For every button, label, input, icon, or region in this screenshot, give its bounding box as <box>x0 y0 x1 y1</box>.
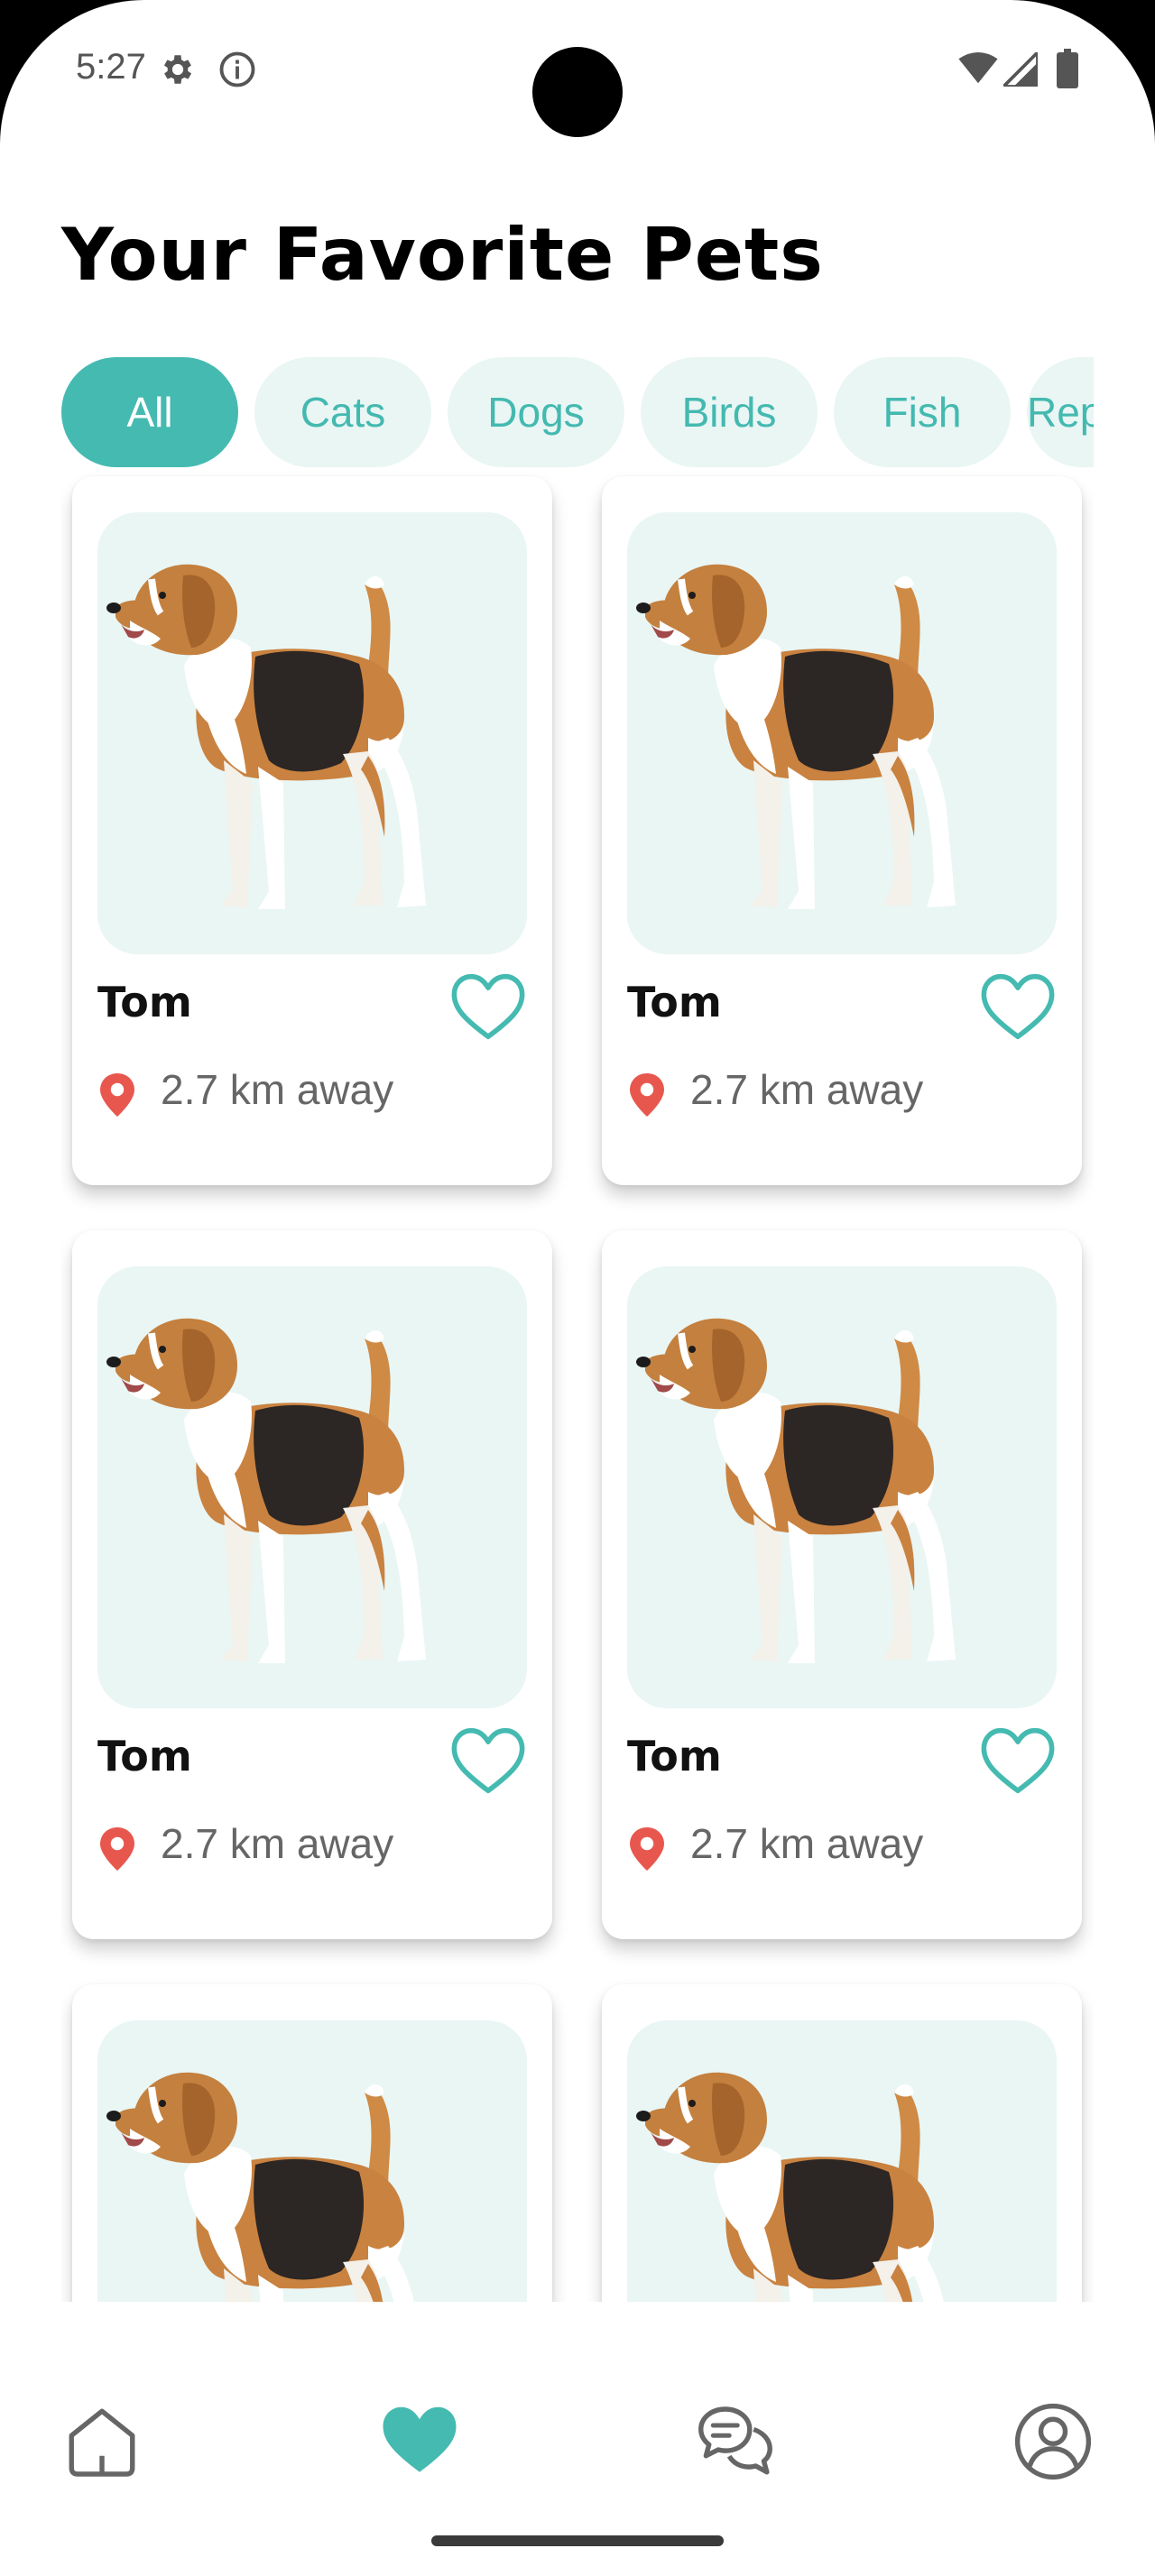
filter-chip-fish[interactable]: Fish <box>834 357 1011 467</box>
heart-outline-icon <box>981 973 1055 1040</box>
beagle-dog-image <box>106 2072 414 2302</box>
front-camera <box>532 47 623 137</box>
pet-name: Tom <box>627 1732 722 1780</box>
wifi-icon <box>958 52 998 88</box>
nav-profile-button[interactable] <box>1012 2401 1094 2482</box>
pin-icon <box>100 1827 134 1871</box>
favorite-button[interactable] <box>979 971 1057 1043</box>
chat-icon <box>698 2406 772 2475</box>
heart-outline-icon <box>451 973 525 1040</box>
pet-name: Tom <box>97 978 192 1026</box>
beagle-dog-image <box>636 564 956 909</box>
category-filter-bar[interactable]: All Cats Dogs Birds Fish Rep <box>61 357 1094 467</box>
nav-messages-button[interactable] <box>695 2401 776 2482</box>
location-pin <box>627 1826 667 1872</box>
pet-distance: 2.7 km away <box>690 1066 924 1113</box>
location-pin <box>97 1826 137 1872</box>
page-title: Your Favorite Pets <box>61 213 824 297</box>
pet-photo <box>627 2020 1057 2302</box>
favorite-button[interactable] <box>979 1725 1057 1797</box>
info-icon <box>218 51 256 92</box>
signal-icon <box>999 48 1040 90</box>
beagle-dog-image <box>636 2072 944 2302</box>
status-time: 5:27 <box>76 47 146 87</box>
pet-photo <box>627 1266 1057 1708</box>
pet-photo <box>97 1266 527 1708</box>
heart-outline-icon <box>451 1727 525 1794</box>
favorite-button[interactable] <box>449 971 527 1043</box>
filter-chip-reptiles[interactable]: Rep <box>1027 357 1094 467</box>
pet-name: Tom <box>627 978 722 1026</box>
status-bar: 5:27 <box>0 0 1155 144</box>
pet-distance: 2.7 km away <box>161 1820 394 1867</box>
filter-chip-cats[interactable]: Cats <box>254 357 431 467</box>
location-pin <box>627 1072 667 1118</box>
pet-grid[interactable]: Tom 2.7 km away Tom 2.7 km away Tom 2.7 … <box>61 469 1094 2302</box>
pet-card[interactable]: Tom 2.7 km away <box>602 1984 1082 2302</box>
pet-card[interactable]: Tom 2.7 km away <box>72 1230 552 1939</box>
pet-card[interactable]: Tom 2.7 km away <box>602 476 1082 1185</box>
battery-icon <box>1056 49 1079 92</box>
gear-icon <box>159 51 197 92</box>
pin-icon <box>100 1073 134 1117</box>
beagle-dog-image <box>106 564 426 909</box>
pet-photo <box>97 2020 527 2302</box>
pin-icon <box>630 1073 664 1117</box>
filter-chip-all[interactable]: All <box>61 357 238 467</box>
screen: 5:27 Your Favorite Pets All Cats Dogs Bi… <box>0 0 1155 2576</box>
location-pin <box>97 1072 137 1118</box>
pet-card[interactable]: Tom 2.7 km away <box>602 1230 1082 1939</box>
heart-outline-icon <box>981 1727 1055 1794</box>
pet-name: Tom <box>97 1732 192 1780</box>
filter-chip-reptiles-label: Rep <box>1027 389 1094 436</box>
pet-distance: 2.7 km away <box>161 1066 394 1113</box>
beagle-dog-image <box>636 1318 956 1663</box>
filter-chip-dogs[interactable]: Dogs <box>448 357 624 467</box>
favorite-button[interactable] <box>449 1725 527 1797</box>
gesture-home-bar[interactable] <box>431 2535 724 2546</box>
pet-card[interactable]: Tom 2.7 km away <box>72 1984 552 2302</box>
home-icon <box>69 2408 135 2477</box>
nav-home-button[interactable] <box>61 2401 143 2482</box>
filter-chip-birds[interactable]: Birds <box>641 357 818 467</box>
pet-card[interactable]: Tom 2.7 km away <box>72 476 552 1185</box>
profile-icon <box>1014 2403 1092 2480</box>
pet-photo <box>627 512 1057 954</box>
pet-photo <box>97 512 527 954</box>
pet-distance: 2.7 km away <box>690 1820 924 1867</box>
beagle-dog-image <box>106 1318 426 1663</box>
pin-icon <box>630 1827 664 1871</box>
nav-favorites-button[interactable] <box>379 2401 460 2482</box>
heart-filled-icon <box>383 2406 457 2472</box>
